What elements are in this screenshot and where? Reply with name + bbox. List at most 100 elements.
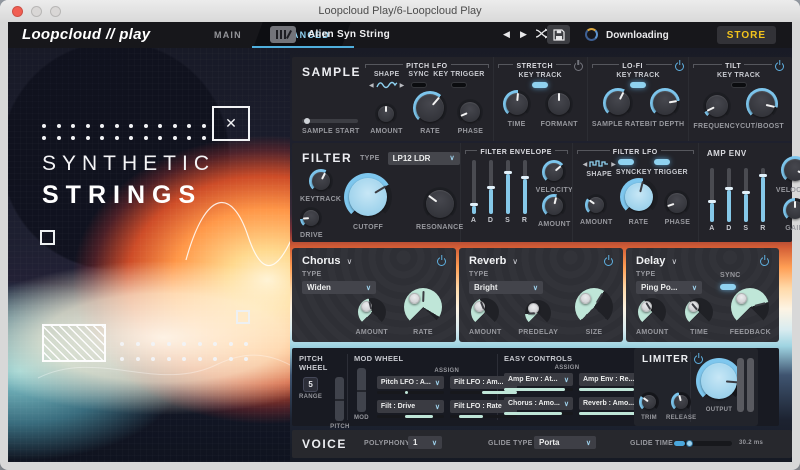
amp-env-adsr[interactable] — [707, 168, 768, 222]
save-preset-button[interactable] — [547, 25, 570, 44]
delay-time-knob[interactable] — [685, 298, 713, 326]
easy-controls-title: EASY CONTROLS — [504, 354, 630, 363]
filter-resonance-knob[interactable] — [423, 187, 457, 221]
filter-envelope-adsr[interactable] — [469, 160, 530, 214]
limiter-release-knob[interactable] — [671, 392, 691, 412]
stretch-power-icon[interactable] — [574, 62, 583, 71]
lofi-samplerate-knob[interactable] — [603, 88, 633, 118]
filter-lfo-shape-selector[interactable]: ◀ ▶ — [583, 159, 616, 169]
glide-time-slider[interactable] — [674, 441, 732, 446]
tilt-power-icon[interactable] — [775, 62, 784, 71]
pitch-wheel[interactable] — [335, 377, 344, 421]
filter-lfo-amount-knob[interactable] — [585, 194, 607, 216]
sine-wave-icon — [376, 80, 398, 90]
reverb-predelay-knob[interactable] — [525, 300, 551, 326]
tilt-title: TILT — [725, 63, 741, 70]
delay-feedback-knob[interactable] — [731, 288, 769, 326]
easy-dropdown-1[interactable]: Amp Env : At...∨ — [504, 373, 573, 386]
filter-env-amount-knob[interactable] — [542, 194, 566, 218]
preset-browser-icon[interactable] — [270, 26, 296, 43]
random-wave-icon — [589, 159, 609, 169]
filter-lfo-keytrigger-label: KEY TRIGGER — [637, 169, 688, 176]
stretch-time-knob[interactable] — [503, 90, 531, 118]
polyphony-dropdown[interactable]: 1∨ — [408, 436, 442, 449]
filter-keytrack-knob[interactable] — [309, 169, 333, 193]
reverb-name[interactable]: Reverb — [469, 255, 506, 267]
filter-lfo-rate-knob[interactable] — [620, 178, 658, 216]
reverb-size-knob[interactable] — [575, 288, 613, 326]
mod-assign-dropdown-3[interactable]: Filt : Drive∨ — [377, 400, 444, 413]
pitch-lfo-amount-knob[interactable] — [375, 103, 397, 125]
glide-time-value: 30.2 ms — [739, 440, 763, 446]
voice-panel: VOICE POLYPHONY 1∨ GLIDE TYPE Porta∨ GLI… — [292, 430, 792, 458]
limiter-trim-knob[interactable] — [639, 392, 659, 412]
delay-amount-knob[interactable] — [638, 298, 666, 326]
easy-assign-label: ASSIGN — [504, 365, 630, 371]
limiter-panel: LIMITER TRIM RELEASE OUTPUT — [634, 348, 758, 426]
tilt-cutboost-knob[interactable] — [746, 88, 778, 120]
filter-drive-knob[interactable] — [300, 207, 322, 229]
mod-assign-slider-3[interactable] — [377, 415, 444, 418]
sample-title: SAMPLE — [302, 65, 361, 79]
mod-assign-dropdown-1[interactable]: Pitch LFO : A...∨ — [377, 376, 444, 389]
delay-sync-label: SYNC — [720, 272, 741, 279]
pitch-lfo-shape-selector[interactable]: ◀ ▶ — [369, 80, 404, 90]
filter-lfo-sync-toggle[interactable] — [618, 159, 634, 165]
amp-env-velocity-knob[interactable] — [781, 156, 800, 184]
stretch-keytrack-label: KEY TRACK — [519, 72, 562, 79]
tilt-frequency-knob[interactable] — [703, 92, 731, 120]
limiter-output-knob[interactable] — [696, 358, 742, 404]
mod-wheel[interactable] — [357, 368, 366, 412]
tilt-keytrack-label: KEY TRACK — [717, 72, 760, 79]
lofi-power-icon[interactable] — [675, 62, 684, 71]
chorus-rate-knob[interactable] — [404, 288, 442, 326]
tab-main[interactable]: MAIN — [214, 30, 242, 40]
artwork-hatched-rect — [42, 324, 106, 362]
pitch-lfo-phase-knob[interactable] — [457, 99, 483, 125]
artwork-title-line2: STRINGS — [42, 181, 202, 210]
preset-name[interactable]: Alien Syn String — [308, 29, 390, 40]
easy-slider-3[interactable] — [504, 412, 573, 415]
delay-name[interactable]: Delay — [636, 255, 665, 267]
reverb-amount-knob[interactable] — [471, 298, 499, 326]
chorus-name[interactable]: Chorus — [302, 255, 341, 267]
easy-slider-1[interactable] — [504, 388, 573, 391]
easy-slot-3: Chorus : Amo...∨ — [504, 397, 573, 415]
plugin-window: Loopcloud Play/6-Loopcloud Play Loopclou… — [0, 0, 800, 470]
filter-lfo-phase-knob[interactable] — [664, 190, 690, 216]
glide-type-dropdown[interactable]: Porta∨ — [534, 436, 596, 449]
mod-assign-slider-1[interactable] — [377, 391, 444, 394]
delay-select-chevron[interactable]: ∨ — [671, 257, 677, 266]
filter-cutoff-knob[interactable] — [344, 173, 392, 221]
filter-type-dropdown[interactable]: LP12 LDR∨ — [388, 152, 460, 165]
reverb-select-chevron[interactable]: ∨ — [512, 257, 518, 266]
store-button[interactable]: STORE — [717, 26, 776, 44]
stretch-formant-knob[interactable] — [545, 90, 573, 118]
pitch-range-box[interactable]: 5 — [303, 377, 318, 392]
amp-env-gain-knob[interactable] — [783, 198, 800, 222]
stretch-keytrack-toggle[interactable] — [532, 82, 548, 88]
lofi-keytrack-label: KEY TRACK — [616, 72, 659, 79]
next-preset-button[interactable]: ▶ — [520, 29, 527, 40]
prev-preset-button[interactable]: ◀ — [503, 29, 510, 40]
preset-artwork: ✕ SYNTHETIC STRINGS — [8, 48, 290, 462]
delay-type-label: TYPE — [636, 271, 702, 278]
artwork-square-x: ✕ — [212, 106, 250, 141]
limiter-title: LIMITER — [642, 354, 689, 365]
filter-lfo-keytrigger-toggle[interactable] — [654, 159, 670, 165]
pitch-lfo-keytrigger-toggle[interactable] — [451, 82, 467, 88]
chorus-select-chevron[interactable]: ∨ — [347, 257, 353, 266]
pitch-lfo-rate-knob[interactable] — [413, 91, 447, 125]
sample-start-slider[interactable] — [302, 119, 358, 123]
chorus-power-icon[interactable] — [437, 257, 446, 266]
easy-dropdown-3[interactable]: Chorus : Amo...∨ — [504, 397, 573, 410]
chorus-amount-knob[interactable] — [358, 298, 386, 326]
filter-env-velocity-knob[interactable] — [542, 160, 566, 184]
artwork-title-line1: SYNTHETIC — [42, 152, 215, 176]
reverb-power-icon[interactable] — [604, 257, 613, 266]
sample-panel: SAMPLE SAMPLE START PITCH LFO SHAPE ◀ — [292, 57, 792, 141]
mod-assign-slider-4[interactable] — [450, 415, 517, 418]
titlebar: Loopcloud Play/6-Loopcloud Play — [0, 0, 800, 22]
lofi-bitdepth-knob[interactable] — [650, 88, 680, 118]
delay-power-icon[interactable] — [760, 257, 769, 266]
